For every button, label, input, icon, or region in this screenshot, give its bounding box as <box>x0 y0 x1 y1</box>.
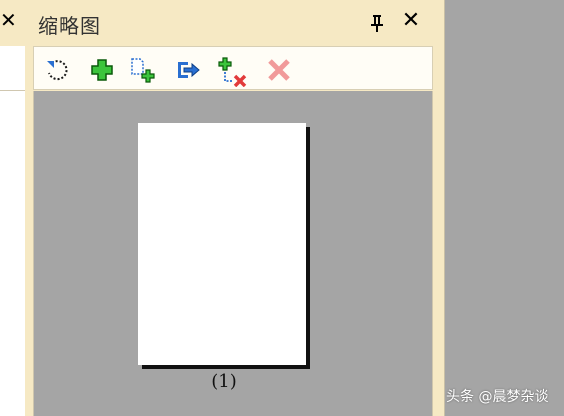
delete-icon[interactable] <box>266 57 292 83</box>
panel-header: 缩略图 ✕ <box>25 0 440 44</box>
watermark-text: 头条 @晨梦杂谈 <box>446 389 549 405</box>
panel-close-button[interactable]: ✕ <box>399 8 423 34</box>
left-panel-divider <box>0 90 25 91</box>
panel-title: 缩略图 <box>38 14 101 38</box>
add-icon[interactable] <box>89 57 115 83</box>
left-panel-strip: ✕ <box>0 0 26 416</box>
splitter-border <box>444 0 445 416</box>
insert-page-icon[interactable] <box>129 57 155 83</box>
export-icon[interactable] <box>174 57 200 83</box>
left-panel-content <box>0 46 26 416</box>
thumbnail-panel: 缩略图 ✕ (1) <box>25 0 440 416</box>
rotate-icon[interactable] <box>44 57 70 83</box>
page-thumbnail[interactable] <box>138 123 306 365</box>
thumbnail-area: (1) <box>33 91 433 416</box>
page-number-label: (1) <box>211 371 237 392</box>
replace-page-icon[interactable] <box>218 57 247 88</box>
thumbnail-toolbar <box>33 46 433 90</box>
left-panel-close-button[interactable]: ✕ <box>0 8 20 32</box>
pin-icon[interactable] <box>369 14 385 32</box>
document-view <box>440 0 564 416</box>
